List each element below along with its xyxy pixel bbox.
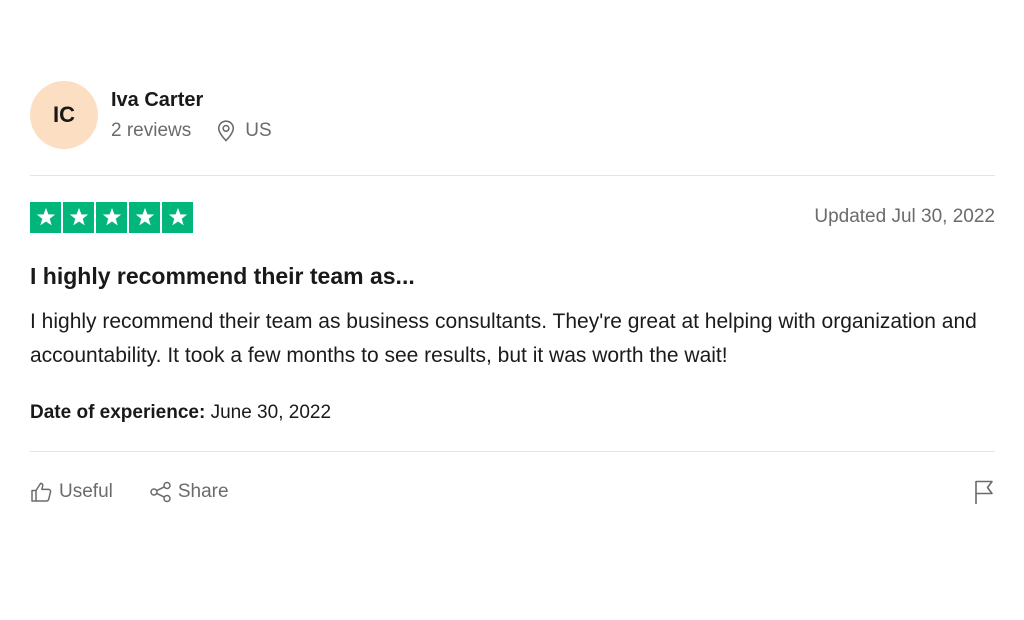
- rating-row: Updated Jul 30, 2022: [30, 201, 995, 233]
- flag-icon: [975, 480, 993, 504]
- star-rating: [30, 201, 195, 233]
- action-group: Useful Share: [30, 481, 229, 503]
- star-icon: [162, 201, 193, 233]
- thumbs-up-icon: [31, 482, 52, 502]
- updated-date: Updated Jul 30, 2022: [814, 206, 995, 227]
- review-title[interactable]: I highly recommend their team as...: [30, 261, 995, 291]
- reviews-count: 2 reviews: [111, 120, 192, 141]
- location-label: US: [245, 120, 272, 141]
- date-of-experience-value: June 30, 2022: [210, 402, 332, 423]
- review-actions: Useful Share: [30, 476, 995, 508]
- reviewer-info: Iva Carter 2 reviews US: [111, 88, 272, 142]
- avatar[interactable]: IC: [30, 81, 98, 149]
- report-flag-button[interactable]: [973, 479, 995, 505]
- useful-button[interactable]: Useful: [30, 481, 113, 503]
- star-icon: [63, 201, 94, 233]
- divider-bottom: [30, 451, 995, 452]
- reviewer-location: US: [217, 120, 272, 142]
- share-button[interactable]: Share: [149, 481, 229, 503]
- star-icon: [96, 201, 127, 233]
- share-label: Share: [177, 481, 229, 502]
- divider-top: [30, 175, 995, 176]
- review-card: IC Iva Carter 2 reviews US Updated Jul 3…: [30, 80, 995, 508]
- reviewer-meta: 2 reviews US: [111, 120, 272, 142]
- share-icon: [150, 481, 171, 503]
- reviewer-name[interactable]: Iva Carter: [111, 88, 272, 112]
- star-icon: [129, 201, 160, 233]
- useful-label: Useful: [59, 481, 113, 502]
- review-body: I highly recommend their team as busines…: [30, 310, 977, 367]
- reviewer-header: IC Iva Carter 2 reviews US: [30, 80, 995, 150]
- location-pin-icon: [218, 120, 235, 142]
- date-of-experience: Date of experience: June 30, 2022: [30, 401, 995, 425]
- date-of-experience-label: Date of experience:: [30, 402, 206, 423]
- star-icon: [30, 201, 61, 233]
